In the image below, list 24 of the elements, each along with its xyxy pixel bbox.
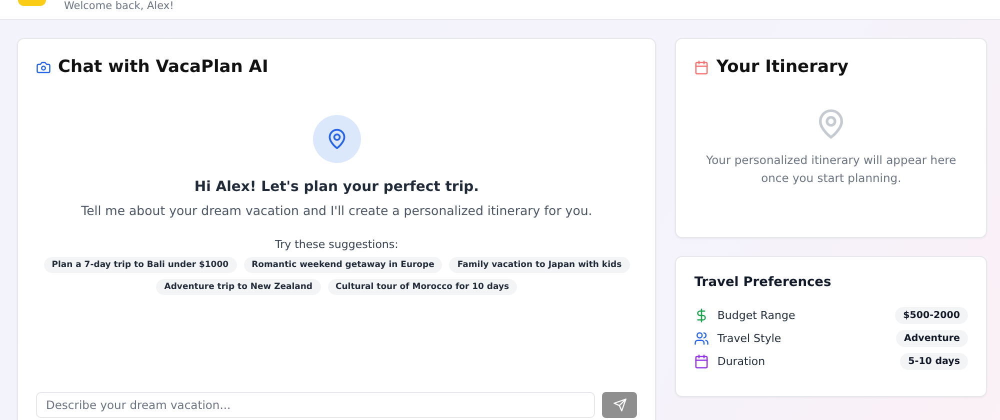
preference-label: Duration <box>717 355 766 368</box>
message-input[interactable]: Describe your dream vacation... <box>36 392 596 418</box>
preference-label: Budget Range <box>717 309 796 322</box>
calendar-icon <box>694 60 710 74</box>
suggestion-chip[interactable]: Adventure trip to New Zealand <box>156 279 321 295</box>
preference-value: Adventure <box>896 330 968 347</box>
preference-value: 5-10 days <box>900 353 968 370</box>
preference-value: $500-2000 <box>895 307 968 324</box>
suggestions-label: Try these suggestions: <box>274 238 398 251</box>
suggestion-chip[interactable]: Plan a 7-day trip to Bali under $1000 <box>44 257 237 273</box>
chat-title: Chat with VacaPlan AI <box>58 57 268 77</box>
suggestion-chip[interactable]: Cultural tour of Morocco for 10 days <box>328 279 518 295</box>
preference-label: Travel Style <box>717 332 782 345</box>
suggestion-chip[interactable]: Romantic weekend getaway in Europe <box>244 257 442 273</box>
camera-icon <box>36 60 51 74</box>
welcome-heading: Hi Alex! Let's plan your perfect trip. <box>194 179 479 195</box>
intro-text: Tell me about your dream vacation and I'll create a personalized itinerary for you. <box>81 203 592 218</box>
suggestion-chip[interactable]: Family vacation to Japan with kids <box>449 257 630 273</box>
send-icon <box>612 398 627 412</box>
pin-icon <box>312 115 361 163</box>
itinerary-title: Your Itinerary <box>716 57 848 77</box>
welcome-text: Welcome back, Alex! <box>63 0 174 12</box>
preferences-title: Travel Preferences <box>694 275 832 290</box>
empty-message: Your personalized itinerary will appear here once you start planning. <box>705 152 958 187</box>
